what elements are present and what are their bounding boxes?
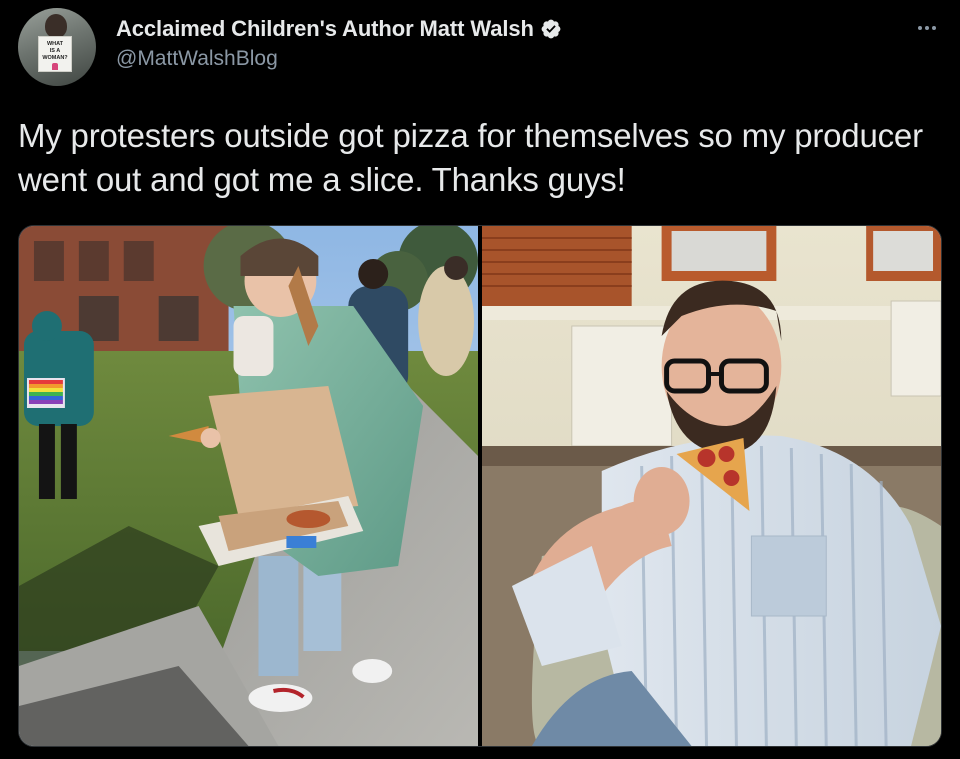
avatar-sign-line: WHAT xyxy=(46,41,64,47)
photo-protester-illustration xyxy=(19,226,478,746)
more-dot xyxy=(925,26,929,30)
display-name-row: Acclaimed Children's Author Matt Walsh xyxy=(116,16,562,42)
author-avatar[interactable]: WHAT IS A WOMAN? xyxy=(18,8,96,86)
avatar-sign-line: WOMAN? xyxy=(42,55,68,61)
author-handle[interactable]: @MattWalshBlog xyxy=(116,47,562,71)
more-dot xyxy=(932,26,936,30)
more-dot xyxy=(918,26,922,30)
tweet-header: WHAT IS A WOMAN? Acclaimed Children's Auth… xyxy=(18,8,942,88)
avatar-sign-line: IS A xyxy=(49,48,61,54)
avatar-person-head xyxy=(45,14,67,38)
more-options-icon[interactable] xyxy=(912,18,942,38)
verified-badge-icon xyxy=(541,19,561,39)
author-display-name[interactable]: Acclaimed Children's Author Matt Walsh xyxy=(116,16,534,42)
photo-protester-with-pizza[interactable] xyxy=(19,226,478,746)
photo-man-eating-pizza[interactable] xyxy=(482,226,941,746)
tweet-media[interactable] xyxy=(18,225,942,747)
author-names: Acclaimed Children's Author Matt Walsh @… xyxy=(116,16,562,71)
tweet-text: My protesters outside got pizza for them… xyxy=(18,117,923,198)
avatar-sign-figure xyxy=(52,63,58,70)
photo-man-illustration xyxy=(482,226,941,746)
